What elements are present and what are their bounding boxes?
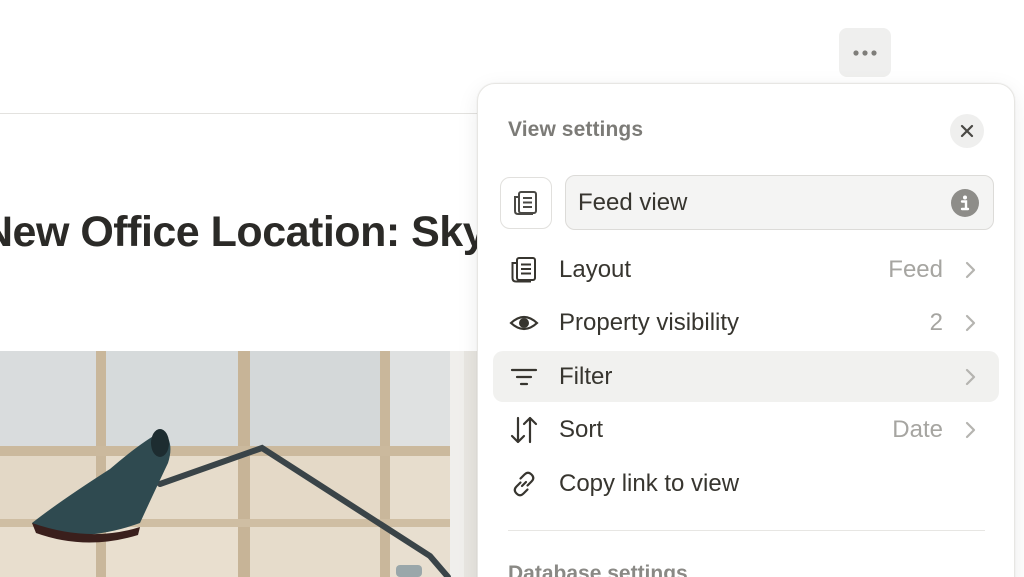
menu-item-value: Date xyxy=(892,416,943,443)
menu-item-value: Feed xyxy=(888,256,943,283)
menu-item-label: Layout xyxy=(559,256,632,283)
menu-title: View settings xyxy=(508,118,644,141)
app-page: New Office Location: SkyBridge Tower xyxy=(0,0,1024,577)
chevron-right-icon xyxy=(961,313,979,333)
office-photo xyxy=(0,351,500,577)
chevron-right-icon xyxy=(961,367,979,387)
chevron-right-icon xyxy=(961,260,979,280)
sort-icon xyxy=(509,415,539,445)
menu-item-label: Filter xyxy=(559,363,613,390)
menu-item-property-visibility[interactable]: Property visibility 2 xyxy=(493,297,999,348)
menu-item-copy-link[interactable]: Copy link to view xyxy=(493,458,999,509)
more-horizontal-icon xyxy=(853,49,877,56)
close-button[interactable] xyxy=(950,114,984,148)
view-settings-menu: View settings Feed view Layout Feed Prop… xyxy=(477,83,1015,577)
feed-layout-icon xyxy=(509,255,539,285)
view-icon-button[interactable] xyxy=(500,177,552,229)
section-label-database-settings: Database settings xyxy=(508,562,688,577)
feed-view-icon xyxy=(514,191,537,215)
menu-item-value: 2 xyxy=(929,309,943,336)
filter-icon xyxy=(509,362,539,392)
info-icon[interactable] xyxy=(951,189,979,217)
chevron-right-icon xyxy=(961,420,979,440)
more-options-button[interactable] xyxy=(839,28,891,77)
link-icon xyxy=(509,469,539,499)
menu-divider xyxy=(508,530,985,531)
menu-item-label: Property visibility xyxy=(559,309,740,336)
post-title[interactable]: New Office Location: SkyBridge Tower xyxy=(0,204,502,260)
menu-item-label: Sort xyxy=(559,416,604,443)
view-name-field[interactable] xyxy=(565,175,994,230)
menu-item-layout[interactable]: Layout Feed xyxy=(493,244,999,295)
eye-icon xyxy=(509,308,539,338)
menu-item-filter[interactable]: Filter xyxy=(493,351,999,402)
close-icon xyxy=(960,124,974,138)
view-name-input[interactable] xyxy=(578,176,938,229)
menu-item-label: Copy link to view xyxy=(559,470,740,497)
post-cover-image xyxy=(0,351,500,577)
menu-item-sort[interactable]: Sort Date xyxy=(493,404,999,455)
